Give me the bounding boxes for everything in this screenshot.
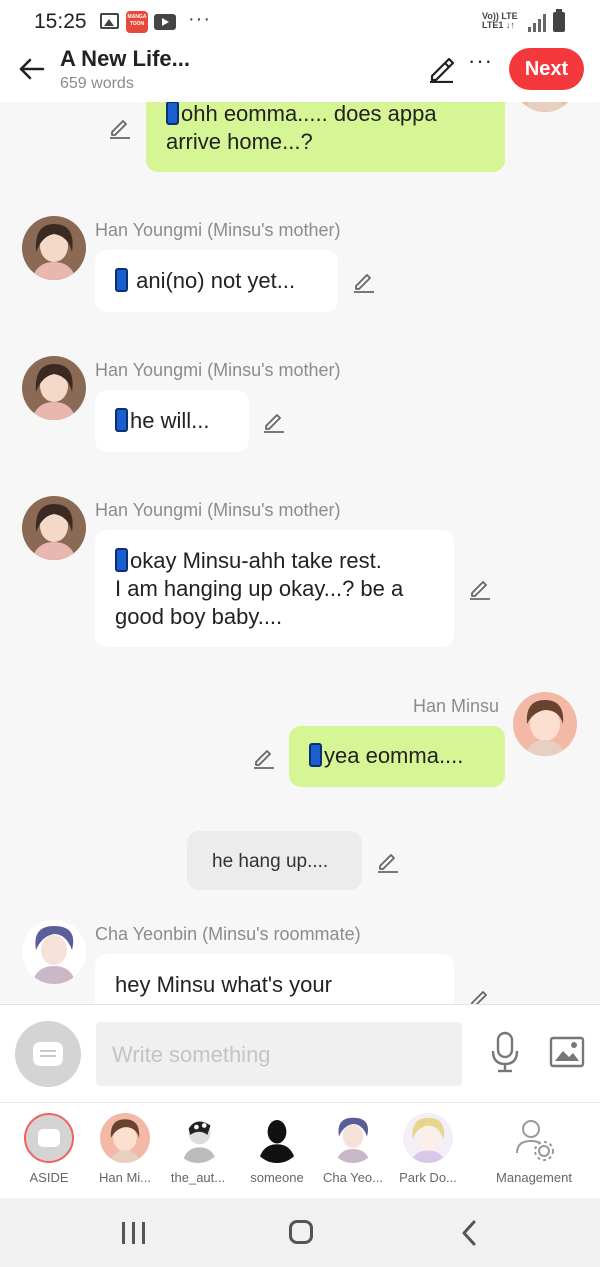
edit-message-pencil-icon[interactable] [376, 849, 400, 873]
phone-icon [166, 102, 179, 125]
han-youngmi-avatar [22, 496, 86, 560]
edit-title-pencil-icon[interactable] [427, 55, 455, 83]
character-label: Cha Yeo... [323, 1170, 383, 1185]
phone-icon [115, 548, 128, 572]
han-minsu-avatar [513, 692, 577, 756]
character-selector: ASIDE Han Mi... the_aut... someone Cha Y… [0, 1102, 600, 1198]
status-time: 15:25 [34, 10, 87, 33]
character-aside[interactable]: ASIDE [11, 1103, 87, 1185]
message-bubble[interactable]: ohh eomma..... does appa arrive home...? [146, 102, 505, 172]
message-text: he will... [130, 408, 210, 433]
edit-message-pencil-icon[interactable] [468, 986, 492, 1004]
phone-icon [309, 743, 322, 767]
more-notifications-icon: ··· [188, 8, 211, 30]
character-someone[interactable]: someone [239, 1103, 315, 1185]
sender-name: Han Minsu [413, 696, 500, 716]
nav-back-icon[interactable] [460, 1220, 478, 1246]
message-text: ani(no) not yet... [136, 268, 296, 293]
park-avatar [403, 1113, 453, 1163]
aside-text: he hang up.... [212, 851, 329, 872]
edit-message-pencil-icon[interactable] [352, 269, 376, 293]
editor-header: A New Life... 659 words ··· Next [0, 44, 600, 102]
character-label: Management [496, 1170, 572, 1185]
sender-name: Han Youngmi (Minsu's mother) [95, 500, 341, 520]
author-avatar [173, 1113, 223, 1163]
message-input-bar: Write something [0, 1004, 600, 1102]
aside-icon [24, 1113, 74, 1163]
sender-name: Han Youngmi (Minsu's mother) [95, 360, 341, 380]
edit-message-pencil-icon[interactable] [252, 745, 276, 769]
back-arrow-icon[interactable] [16, 54, 46, 84]
network-label-2: LTE1 ↓↑ [482, 20, 515, 30]
character-cha-yeonbin[interactable]: Cha Yeo... [315, 1103, 391, 1185]
message-bubble[interactable]: yea eomma.... [289, 726, 505, 787]
next-button[interactable]: Next [509, 48, 584, 90]
message-bubble[interactable]: ani(no) not yet... [95, 250, 338, 312]
edit-message-pencil-icon[interactable] [262, 409, 286, 433]
character-the-author[interactable]: the_aut... [160, 1103, 236, 1185]
user-settings-icon [509, 1113, 559, 1163]
character-park[interactable]: Park Do... [390, 1103, 466, 1185]
recent-apps-icon[interactable] [122, 1222, 146, 1244]
message-text: okay Minsu-ahh take rest. I am hanging u… [115, 548, 404, 629]
han-youngmi-avatar [22, 356, 86, 420]
han-youngmi-avatar [22, 216, 86, 280]
message-bubble[interactable]: okay Minsu-ahh take rest. I am hanging u… [95, 530, 454, 647]
character-label: Han Mi... [98, 1170, 151, 1185]
silhouette-avatar [252, 1113, 302, 1163]
edit-message-pencil-icon[interactable] [108, 115, 132, 139]
status-bar: 15:25 MANGA TOON ··· Vo)) LTE LTE1 ↓↑ [0, 0, 600, 44]
gallery-notification-icon [100, 13, 119, 29]
character-label: the_aut... [170, 1170, 226, 1185]
edit-message-pencil-icon[interactable] [468, 576, 492, 600]
phone-icon [115, 408, 128, 432]
system-navigation-bar [0, 1198, 600, 1267]
image-upload-icon[interactable] [549, 1036, 585, 1068]
message-text: yea eomma.... [324, 743, 464, 768]
signal-icon [528, 14, 546, 32]
character-label: ASIDE [29, 1170, 69, 1185]
aside-toggle-button[interactable] [15, 1021, 81, 1087]
han-minsu-avatar [513, 102, 577, 112]
message-bubble[interactable]: he will... [95, 390, 249, 452]
cha-yeonbin-avatar [22, 920, 86, 984]
microphone-icon[interactable] [490, 1031, 520, 1073]
chat-area[interactable]: ohh eomma..... does appa arrive home...?… [0, 102, 600, 1004]
sender-name: Han Youngmi (Minsu's mother) [95, 220, 341, 240]
word-count: 659 words [60, 75, 134, 92]
character-label: someone [250, 1170, 304, 1185]
aside-icon [33, 1042, 63, 1066]
mangatoon-notification-icon: MANGA TOON [126, 11, 148, 33]
character-management[interactable]: Management [490, 1103, 578, 1185]
phone-icon [115, 268, 128, 292]
story-title: A New Life... [60, 46, 190, 71]
message-bubble[interactable]: hey Minsu what's your [95, 954, 454, 1004]
message-text: hey Minsu what's your [115, 972, 332, 997]
message-text: ohh eomma..... does appa arrive home...? [166, 102, 437, 154]
home-icon[interactable] [289, 1220, 313, 1244]
aside-bubble[interactable]: he hang up.... [187, 831, 362, 890]
message-input[interactable]: Write something [96, 1022, 462, 1086]
youtube-notification-icon [154, 14, 176, 30]
character-han-minsu[interactable]: Han Mi... [87, 1103, 163, 1185]
more-options-icon[interactable]: ··· [468, 48, 493, 74]
character-label: Park Do... [399, 1170, 457, 1185]
sender-name: Cha Yeonbin (Minsu's roommate) [95, 924, 361, 944]
cha-yeonbin-avatar [328, 1113, 378, 1163]
battery-icon [553, 9, 565, 32]
han-minsu-avatar [100, 1113, 150, 1163]
network-indicator: Vo)) LTE LTE1 ↓↑ [482, 12, 518, 30]
